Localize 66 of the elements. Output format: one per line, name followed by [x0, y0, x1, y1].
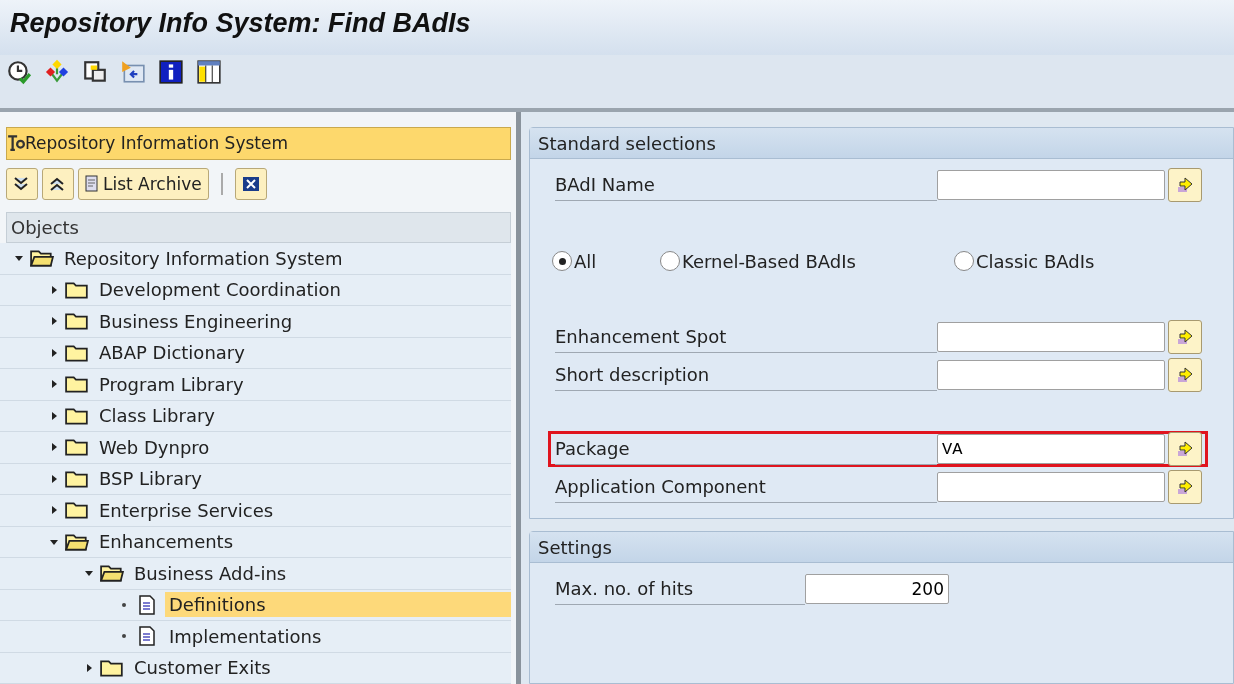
- field-label: BAdI Name: [555, 169, 937, 201]
- group-title: Settings: [530, 532, 1233, 563]
- caret-icon[interactable]: [49, 410, 59, 421]
- field-label: Short description: [555, 359, 937, 391]
- input-field[interactable]: [937, 360, 1165, 390]
- radio-button[interactable]: [954, 251, 974, 271]
- radio-label: All: [574, 250, 597, 272]
- bullet-icon: [119, 633, 129, 640]
- input-field[interactable]: [937, 322, 1165, 352]
- collapse-all-button[interactable]: [42, 167, 74, 200]
- list-archive-button[interactable]: List Archive: [78, 167, 209, 200]
- radio-button[interactable]: [552, 251, 572, 271]
- arrow-button[interactable]: [1168, 358, 1202, 392]
- input-field[interactable]: [937, 170, 1165, 200]
- hierarchy-icon[interactable]: [44, 58, 70, 85]
- expand-all-button[interactable]: [6, 167, 38, 200]
- caret-icon[interactable]: [84, 662, 94, 673]
- window-arrow-icon[interactable]: [120, 58, 146, 85]
- objects-header: Objects: [6, 211, 511, 243]
- caret-icon[interactable]: [49, 379, 59, 390]
- folder-icon: [65, 437, 89, 458]
- folder-icon: [100, 563, 124, 584]
- chevrons-down-icon: [13, 175, 29, 192]
- field-label: Package: [555, 433, 937, 465]
- arrow-button[interactable]: [1168, 168, 1202, 202]
- folder-icon: [65, 374, 89, 395]
- field-label: Application Component: [555, 471, 937, 503]
- arrow-icon: [1176, 478, 1194, 496]
- caret-icon[interactable]: [49, 316, 59, 327]
- caret-icon[interactable]: [49, 284, 59, 295]
- caret-icon[interactable]: [49, 347, 59, 358]
- radio-label: Classic BAdIs: [976, 250, 1095, 272]
- folder-icon: [65, 311, 89, 332]
- info-icon[interactable]: [158, 58, 184, 85]
- clock-check-icon[interactable]: [6, 58, 32, 85]
- arrow-icon: [1176, 176, 1194, 194]
- radio-label: Kernel-Based BAdIs: [682, 250, 856, 272]
- folder-icon: [65, 500, 89, 521]
- input-field[interactable]: 200: [805, 574, 949, 604]
- folder-icon: [30, 248, 54, 269]
- caret-icon[interactable]: [49, 505, 59, 516]
- input-field[interactable]: [937, 472, 1165, 502]
- radio-button[interactable]: [660, 251, 680, 271]
- arrow-icon: [1176, 328, 1194, 346]
- close-icon: [241, 175, 260, 192]
- window-title: Repository Info System: Find BAdIs: [0, 0, 1234, 55]
- document-icon: [85, 174, 101, 193]
- chevrons-up-icon: [49, 175, 65, 192]
- caret-icon[interactable]: [49, 473, 59, 484]
- close-button[interactable]: [234, 167, 267, 200]
- input-field[interactable]: VA: [937, 434, 1165, 464]
- arrow-button[interactable]: [1168, 320, 1202, 354]
- columns-icon[interactable]: [196, 58, 222, 85]
- caret-icon[interactable]: [49, 442, 59, 453]
- copy-icon[interactable]: [82, 58, 108, 85]
- arrow-icon: [1176, 366, 1194, 384]
- tree-item[interactable]: Definitions: [165, 592, 511, 618]
- arrow-icon: [1176, 440, 1194, 458]
- arrow-button[interactable]: [1168, 432, 1202, 466]
- bullet-icon: [119, 601, 129, 608]
- group-title: Standard selections: [530, 128, 1233, 159]
- field-label: Enhancement Spot: [555, 321, 937, 353]
- arrow-button[interactable]: [1168, 470, 1202, 504]
- field-label: Max. no. of hits: [555, 573, 805, 605]
- navigation-title: Repository Information System: [25, 133, 288, 154]
- tools-icon: [7, 134, 25, 153]
